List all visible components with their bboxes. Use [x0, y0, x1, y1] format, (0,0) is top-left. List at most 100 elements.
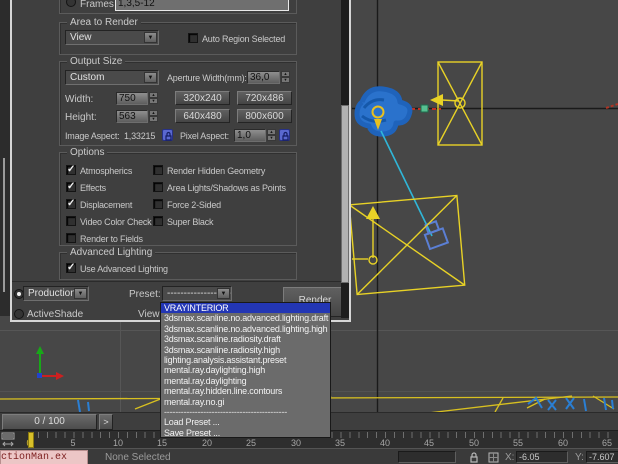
- time-slider-handle[interactable]: 0 / 100: [2, 414, 97, 430]
- activeshade-label: ActiveShade: [27, 309, 84, 320]
- pixel-aspect-lock-icon[interactable]: [279, 129, 290, 141]
- list-item[interactable]: mental.ray.daylighting: [161, 376, 330, 386]
- advanced-lighting-group: Advanced Lighting ✓ Use Advanced Lightin…: [59, 247, 297, 280]
- dialog-scrollbar[interactable]: [341, 0, 349, 318]
- displacement-checkbox[interactable]: ✓: [66, 198, 76, 209]
- output-size-group: Output Size Custom ▼ Aperture Width(mm):…: [59, 56, 297, 146]
- auto-region-label: Auto Region Selected: [202, 34, 286, 44]
- size-preset-720x486[interactable]: 720x486: [237, 91, 292, 105]
- list-item[interactable]: mental.ray.daylighting.high: [161, 365, 330, 375]
- area-light-gizmo[interactable]: [430, 61, 483, 146]
- tick-label: 30: [290, 438, 301, 448]
- y-coord-label: Y:: [575, 452, 584, 463]
- preset-dropdown-list: VRAYINTERIOR 3dsmax.scanline.no.advanced…: [160, 302, 331, 438]
- taskbar-window-item[interactable]: ctionMan.ex: [0, 450, 88, 464]
- tick-label: 5: [70, 438, 76, 448]
- view-label: View:: [138, 309, 163, 320]
- preset-dropdown[interactable]: -------------------- ▼: [162, 286, 232, 301]
- list-item[interactable]: mental.ray.no.gi: [161, 397, 330, 407]
- size-preset-640x480[interactable]: 640x480: [175, 109, 230, 123]
- image-aspect-lock-icon[interactable]: [162, 129, 173, 141]
- list-item[interactable]: lighting.analysis.assistant.preset: [161, 355, 330, 365]
- checkbox-label: Super Black: [167, 217, 214, 227]
- area-to-render-group: Area to Render View ▼ Auto Region Select…: [59, 17, 297, 55]
- aperture-label: Aperture Width(mm):: [167, 73, 247, 83]
- list-item[interactable]: 3dsmax.scanline.radiosity.high: [161, 345, 330, 355]
- up-arrow-gizmo: [352, 206, 380, 265]
- aperture-input[interactable]: [247, 71, 280, 84]
- use-advanced-lighting-checkbox[interactable]: ✓: [66, 262, 76, 273]
- list-item[interactable]: 3dsmax.scanline.no.advanced.lighting.hig…: [161, 324, 330, 334]
- checkbox-label: Atmospherics: [80, 166, 133, 176]
- save-preset-item[interactable]: Save Preset ...: [161, 428, 330, 438]
- output-size-dropdown[interactable]: Custom ▼: [65, 70, 159, 85]
- aperture-spinner[interactable]: ▲ ▼: [281, 71, 290, 84]
- super-black-checkbox[interactable]: [153, 216, 163, 226]
- render-hidden-geometry-checkbox[interactable]: [153, 165, 163, 175]
- height-spinner[interactable]: ▲ ▼: [149, 110, 158, 123]
- spinner-down-icon[interactable]: ▼: [149, 98, 158, 104]
- chevron-down-icon[interactable]: ▼: [144, 72, 157, 83]
- area-light-gizmo-2[interactable]: [348, 194, 466, 296]
- area-lights-shadows-checkbox[interactable]: [153, 182, 163, 192]
- next-frame-button[interactable]: >: [99, 414, 113, 430]
- chevron-down-icon[interactable]: ▼: [74, 288, 87, 299]
- force-2-sided-checkbox[interactable]: [153, 199, 163, 209]
- group-title: Area to Render: [67, 17, 141, 28]
- camera-object[interactable]: [422, 220, 450, 251]
- chevron-down-icon[interactable]: ▼: [144, 32, 157, 43]
- effects-checkbox[interactable]: ✓: [66, 181, 76, 192]
- size-preset-800x600[interactable]: 800x600: [237, 109, 292, 123]
- checkbox-label: Render to Fields: [80, 234, 143, 244]
- size-preset-320x240[interactable]: 320x240: [175, 91, 230, 105]
- checkbox-label: Force 2-Sided: [167, 200, 221, 210]
- area-to-render-dropdown[interactable]: View ▼: [65, 30, 159, 45]
- list-item[interactable]: 3dsmax.scanline.no.advanced.lighting.dra…: [161, 313, 330, 323]
- list-separator: ----------------------------------------…: [164, 406, 288, 417]
- x-coord-field[interactable]: [516, 451, 568, 463]
- spinner-down-icon[interactable]: ▼: [267, 135, 276, 141]
- group-title: Options: [67, 147, 108, 158]
- spinner-down-icon[interactable]: ▼: [149, 116, 158, 122]
- checkbox-label: Use Advanced Lighting: [80, 264, 168, 274]
- list-item[interactable]: mental.ray.hidden.line.contours: [161, 386, 330, 396]
- width-label: Width:: [65, 94, 94, 105]
- pixel-aspect-spinner[interactable]: ▲ ▼: [267, 129, 276, 142]
- frames-input[interactable]: [115, 0, 289, 11]
- pixel-aspect-input[interactable]: [234, 129, 266, 142]
- width-spinner[interactable]: ▲ ▼: [149, 92, 158, 105]
- auto-region-checkbox[interactable]: [188, 33, 198, 43]
- width-input[interactable]: [116, 92, 148, 105]
- checkbox-label: Video Color Check: [80, 217, 152, 227]
- height-input[interactable]: [116, 110, 148, 123]
- tick-label: 60: [557, 438, 568, 448]
- activeshade-radio[interactable]: [14, 309, 24, 319]
- frames-label: Frames: [80, 0, 114, 10]
- tick-label: 10: [112, 438, 123, 448]
- video-color-check-checkbox[interactable]: [66, 216, 76, 226]
- tick-label: 55: [512, 438, 523, 448]
- current-frame-marker[interactable]: [28, 432, 34, 448]
- load-preset-item[interactable]: Load Preset ...: [161, 417, 330, 427]
- checkbox-label: Effects: [80, 183, 106, 193]
- selected-light-object[interactable]: [354, 86, 413, 137]
- mini-curve-editor-icon[interactable]: [1, 432, 16, 448]
- render-to-fields-checkbox[interactable]: [66, 233, 76, 243]
- list-item[interactable]: 3dsmax.scanline.radiosity.draft: [161, 334, 330, 344]
- pixel-aspect-label: Pixel Aspect:: [180, 131, 229, 141]
- list-item[interactable]: VRAYINTERIOR: [161, 303, 330, 314]
- status-prompt-field: [398, 451, 456, 463]
- y-coord-field[interactable]: [586, 451, 618, 463]
- tick-label: 35: [334, 438, 345, 448]
- options-group: Options ✓ Atmospherics ✓ Effects ✓ Displ…: [59, 147, 297, 246]
- light-target-line: [380, 130, 433, 237]
- production-dropdown[interactable]: Production ▼: [23, 286, 89, 301]
- spinner-down-icon[interactable]: ▼: [281, 77, 290, 83]
- window-edge-strip: [0, 0, 10, 316]
- atmospherics-checkbox[interactable]: ✓: [66, 164, 76, 175]
- selection-lock-icon[interactable]: [468, 451, 480, 463]
- height-label: Height:: [65, 112, 97, 123]
- scrollbar-thumb[interactable]: [341, 105, 349, 283]
- absolute-mode-icon[interactable]: [487, 451, 500, 463]
- chevron-down-icon[interactable]: ▼: [217, 288, 230, 299]
